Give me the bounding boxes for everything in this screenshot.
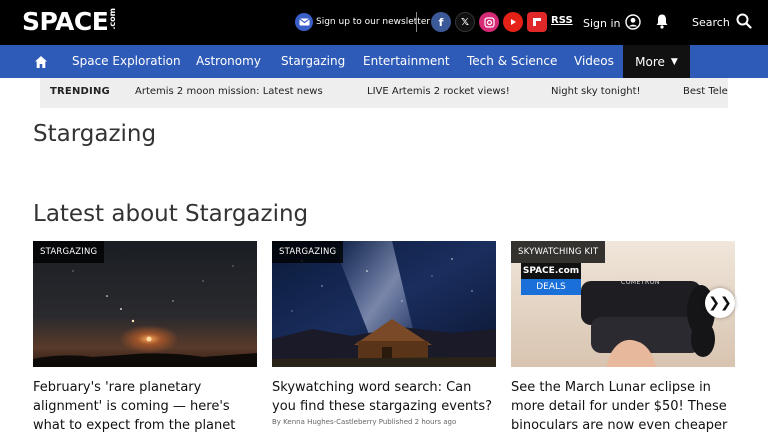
sign-in-label: Sign in [583,17,621,30]
newsletter-label: Sign up to our newsletter [316,17,431,27]
article-card[interactable]: STARGAZING February's 'rare planetary al… [33,241,257,432]
trending-link[interactable]: Artemis 2 moon mission: Latest news [135,86,323,97]
facebook-icon[interactable]: f [431,12,451,32]
trending-link[interactable]: LIVE Artemis 2 rocket views! [367,86,510,97]
search-label: Search [692,16,730,29]
article-title[interactable]: February's 'rare planetary alignment' is… [33,378,257,432]
article-image[interactable]: STARGAZING [33,241,257,367]
instagram-icon[interactable] [479,12,499,32]
nav-item-entertainment[interactable]: Entertainment [363,54,450,68]
search-icon [736,13,752,32]
article-title[interactable]: See the March Lunar eclipse in more deta… [511,378,735,432]
youtube-icon[interactable] [503,12,523,32]
article-image[interactable]: SKYWATCHING KIT SPACE.com DEALS COMETRON [511,241,735,367]
carousel-next-button[interactable]: ❯❯ [705,288,735,318]
product-brand: COMETRON [621,279,660,286]
trending-bar: TRENDING Artemis 2 moon mission: Latest … [40,78,728,108]
x-icon[interactable]: 𝕏 [455,12,475,32]
badge-top-text: SPACE.com [521,263,581,279]
badge-bottom-text: DEALS [521,279,581,295]
page-title: Stargazing [33,121,157,147]
nav-item-space-exploration[interactable]: Space Exploration [72,54,181,68]
article-card[interactable]: SKYWATCHING KIT SPACE.com DEALS COMETRON… [511,241,735,432]
nav-more-label: More [635,54,665,69]
category-tag: STARGAZING [272,241,344,263]
user-icon [624,14,641,33]
category-tag: STARGAZING [33,241,105,263]
divider [416,12,417,32]
nav-item-videos[interactable]: Videos [574,54,614,68]
logo-suffix: .com [108,8,118,30]
rss-link[interactable]: RSS [551,15,573,26]
home-icon[interactable] [34,54,48,73]
trending-link[interactable]: Best Tele [683,86,728,97]
article-byline: By Kenna Hughes-Castleberry Published 2 … [272,418,457,426]
flipboard-icon[interactable] [527,12,547,32]
category-tag: SKYWATCHING KIT [511,241,606,263]
triangle-down-icon: ▼ [670,56,678,67]
bell-icon[interactable] [655,13,669,33]
site-logo[interactable]: SPACE .com [22,8,117,36]
logo-text: SPACE [22,7,109,36]
trending-label: TRENDING [50,86,110,97]
chevron-right-icon: ❯❯ [708,295,732,311]
deals-badge: SPACE.com DEALS [521,263,581,307]
nav-more-button[interactable]: More ▼ [623,45,690,78]
article-title[interactable]: Skywatching word search: Can you find th… [272,378,496,416]
newsletter-signup[interactable]: Sign up to our newsletter [295,13,430,31]
sign-in-button[interactable]: Sign in [583,14,641,33]
article-card[interactable]: STARGAZING Skywatching word search: Can … [272,241,496,426]
nav-item-stargazing[interactable]: Stargazing [281,54,345,68]
article-image[interactable]: STARGAZING [272,241,496,367]
main-nav: Space Exploration Astronomy Stargazing E… [0,45,768,78]
nav-item-tech-science[interactable]: Tech & Science [467,54,557,68]
envelope-icon [295,13,313,31]
nav-item-astronomy[interactable]: Astronomy [196,54,261,68]
section-title: Latest about Stargazing [33,201,309,227]
search-button[interactable]: Search [692,13,752,32]
top-bar: SPACE .com Sign up to our newsletter f 𝕏… [0,0,768,45]
trending-link[interactable]: Night sky tonight! [551,86,641,97]
